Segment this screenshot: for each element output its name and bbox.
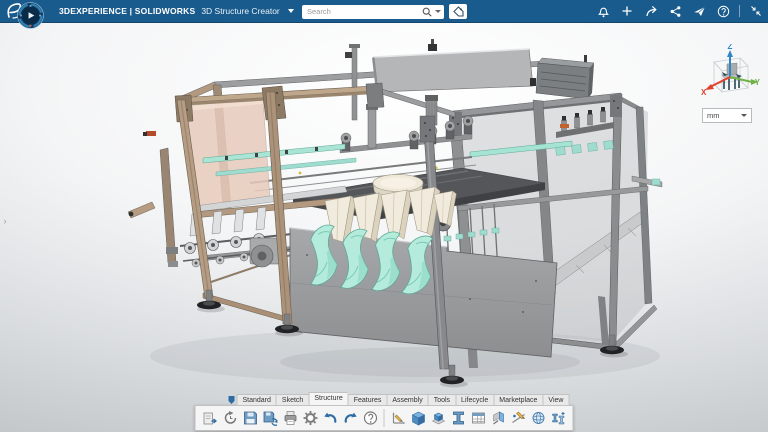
triad-x-label: X [701, 88, 707, 97]
search-box[interactable] [302, 5, 444, 19]
orientation-triad[interactable]: Z Y X [696, 44, 762, 106]
reload-icon [222, 410, 238, 426]
undo-button[interactable] [321, 408, 340, 428]
redo-button[interactable] [341, 408, 360, 428]
tab-structure[interactable]: Structure [308, 392, 347, 406]
save-button[interactable] [241, 408, 260, 428]
tag-button[interactable] [449, 4, 467, 19]
print-icon [282, 410, 298, 426]
trim-member-button[interactable] [509, 408, 528, 428]
share-network-button[interactable] [667, 3, 683, 19]
top-bar: 3DEXPERIENCE | SOLIDWORKS 3D Structure C… [0, 0, 768, 23]
tab-standard[interactable]: Standard [237, 394, 276, 406]
app-switcher-chevron-icon[interactable] [288, 9, 294, 13]
brand-label: 3DEXPERIENCE | SOLIDWORKS [59, 6, 195, 16]
undo-icon [322, 410, 338, 426]
tag-icon [453, 6, 464, 17]
save-options-icon [262, 410, 278, 426]
search-input[interactable] [305, 6, 422, 17]
tab-features[interactable]: Features [348, 394, 387, 406]
tab-tools[interactable]: Tools [428, 394, 455, 406]
redo-icon [342, 410, 358, 426]
share-button[interactable] [643, 3, 659, 19]
action-bar: Standard Sketch Structure Features Assem… [195, 392, 574, 431]
end-cap-icon [490, 410, 506, 426]
header-separator [739, 5, 740, 17]
share-icon [202, 410, 218, 426]
end-cap-button[interactable] [489, 408, 508, 428]
collapse-button[interactable] [748, 3, 764, 19]
save-options-button[interactable] [261, 408, 280, 428]
share-arrow-icon [645, 5, 658, 18]
trim-member-icon [510, 410, 526, 426]
bell-icon [597, 5, 610, 18]
extrude-icon [430, 410, 446, 426]
collapse-icon [750, 5, 762, 17]
toolbar-separator [384, 409, 385, 427]
search-options-chevron-icon[interactable] [435, 10, 441, 13]
help-button[interactable] [715, 3, 731, 19]
tab-lifecycle[interactable]: Lifecycle [455, 394, 493, 406]
print-button[interactable] [281, 408, 300, 428]
help-icon [717, 5, 730, 18]
triad-y-label: Y [755, 78, 761, 87]
member-pattern-icon [550, 410, 566, 426]
search-icon[interactable] [422, 7, 432, 17]
settings-button[interactable] [301, 408, 320, 428]
toolbar-pin-icon[interactable] [229, 396, 235, 404]
3d-sketch-button[interactable] [389, 408, 408, 428]
3d-sketch-icon [390, 410, 406, 426]
reload-button[interactable] [221, 408, 240, 428]
share-nodes-icon [669, 5, 682, 18]
triad-z-label: Z [728, 44, 733, 51]
save-icon [242, 410, 258, 426]
help-icon [362, 410, 378, 426]
cut-list-table-icon [470, 410, 486, 426]
tab-sketch[interactable]: Sketch [276, 394, 308, 406]
action-bar-strip [195, 405, 574, 431]
units-dropdown[interactable]: mm [702, 108, 752, 123]
add-content-button[interactable] [619, 3, 635, 19]
cut-list-button[interactable] [469, 408, 488, 428]
sphere-icon [530, 410, 546, 426]
apps-button[interactable] [691, 3, 707, 19]
app-title[interactable]: 3D Structure Creator [201, 6, 279, 16]
structure-member-button[interactable] [449, 408, 468, 428]
notifications-button[interactable] [595, 3, 611, 19]
plus-icon [621, 5, 633, 17]
jet-icon [693, 5, 706, 18]
panel-expander[interactable]: › [0, 210, 10, 232]
share-tool-button[interactable] [201, 408, 220, 428]
machine-model[interactable] [0, 22, 768, 432]
tab-marketplace[interactable]: Marketplace [493, 394, 542, 406]
primitive-cube-icon [410, 410, 426, 426]
units-chevron-icon [741, 114, 747, 117]
settings-gear-icon [302, 410, 318, 426]
extrude-button[interactable] [429, 408, 448, 428]
member-pattern-button[interactable] [549, 408, 568, 428]
graphics-viewport[interactable]: › Z Y X mm [0, 22, 768, 432]
structure-member-icon [450, 410, 466, 426]
action-bar-tabs: Standard Sketch Structure Features Assem… [229, 392, 574, 406]
sphere-button[interactable] [529, 408, 548, 428]
primitive-cube-button[interactable] [409, 408, 428, 428]
tab-view[interactable]: View [542, 394, 569, 406]
units-value: mm [707, 111, 720, 120]
compass-widget[interactable] [16, 1, 45, 30]
tab-assembly[interactable]: Assembly [386, 394, 427, 406]
toolbar-help-button[interactable] [361, 408, 380, 428]
